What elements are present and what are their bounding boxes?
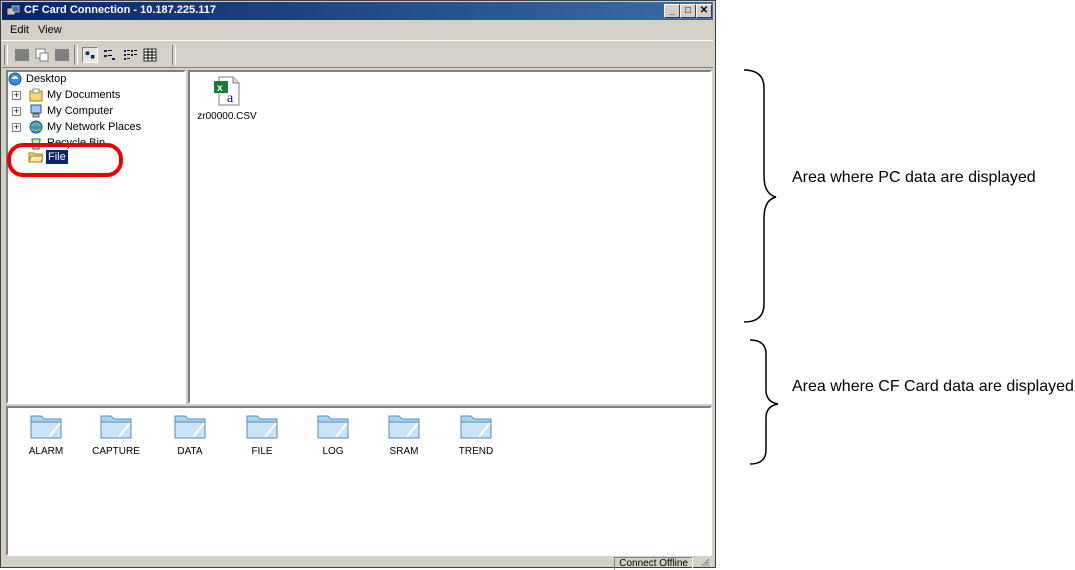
paste-icon[interactable] [54, 47, 70, 63]
app-icon [6, 5, 20, 16]
expand-icon[interactable]: + [12, 107, 21, 116]
cf-folder-capture[interactable]: CAPTURE [86, 412, 146, 457]
folder-icon [388, 415, 420, 439]
menu-edit[interactable]: Edit [10, 24, 29, 36]
cf-folder-file[interactable]: FILE [232, 412, 292, 457]
resize-grip-icon[interactable] [701, 558, 710, 567]
connection-status: Connect Offline [614, 557, 693, 570]
minimize-button[interactable]: _ [664, 4, 680, 18]
tree-item-label: My Documents [47, 89, 121, 101]
folder-label: ALARM [28, 446, 64, 457]
pc-file-pane[interactable] [188, 70, 712, 404]
folder-label: CAPTURE [92, 446, 140, 457]
network-places-icon [29, 120, 43, 134]
cf-folder-trend[interactable]: TREND [446, 412, 506, 457]
desktop-icon [8, 72, 22, 86]
list-view-icon[interactable] [122, 47, 138, 63]
my-documents-icon [29, 88, 43, 102]
folder-label: SRAM [389, 446, 419, 457]
folder-label: LOG [322, 446, 344, 457]
svg-text:x: x [217, 83, 223, 94]
tree-item-label: Desktop [26, 73, 67, 85]
window-title: CF Card Connection - 10.187.225.117 [24, 4, 216, 16]
menu-bar: Edit View [2, 21, 713, 39]
status-bar: Connect Offline [2, 557, 713, 570]
file-label: zr00000.CSV [197, 111, 257, 122]
cf-folder-data[interactable]: DATA [160, 412, 220, 457]
toolbar-separator [74, 45, 78, 65]
expand-icon[interactable]: + [12, 91, 21, 100]
expand-icon[interactable]: + [12, 123, 21, 132]
folder-icon [246, 415, 278, 439]
folder-icon [460, 415, 492, 439]
folder-label: TREND [458, 446, 494, 457]
svg-text:a: a [227, 91, 234, 106]
my-computer-icon [30, 104, 42, 118]
toolbar-separator [172, 45, 176, 65]
brace-icon [743, 69, 777, 323]
folder-icon [174, 415, 206, 439]
folder-icon [30, 415, 62, 439]
menu-view[interactable]: View [38, 24, 62, 36]
maximize-button[interactable]: □ [680, 4, 696, 18]
title-bar[interactable]: CF Card Connection - 10.187.225.117 _ □ … [2, 2, 713, 20]
close-button[interactable]: ✕ [696, 4, 712, 18]
cf-folder-sram[interactable]: SRAM [374, 412, 434, 457]
brace-icon [749, 339, 779, 465]
pc-area-annotation: Area where PC data are displayed [792, 169, 1036, 186]
tree-item-label: My Network Places [47, 121, 142, 133]
folder-icon [317, 415, 349, 439]
cf-area-annotation: Area where CF Card data are displayed [792, 378, 1074, 395]
cf-folder-log[interactable]: LOG [303, 412, 363, 457]
folder-label: FILE [251, 446, 273, 457]
folder-icon [100, 415, 132, 439]
tree-item-label: My Computer [47, 105, 114, 117]
copy-icon[interactable] [34, 47, 50, 63]
excel-csv-icon: x a [214, 76, 240, 106]
cut-icon[interactable] [14, 47, 30, 63]
cf-folder-alarm[interactable]: ALARM [16, 412, 76, 457]
large-icons-view-icon[interactable] [82, 47, 98, 63]
highlight-circle [7, 143, 123, 177]
toolbar [2, 40, 713, 68]
folder-label: DATA [177, 446, 203, 457]
details-view-icon[interactable] [142, 47, 158, 63]
file-item[interactable]: x a zr00000.CSV [192, 75, 262, 122]
toolbar-separator [4, 45, 8, 65]
small-icons-view-icon[interactable] [102, 47, 118, 63]
